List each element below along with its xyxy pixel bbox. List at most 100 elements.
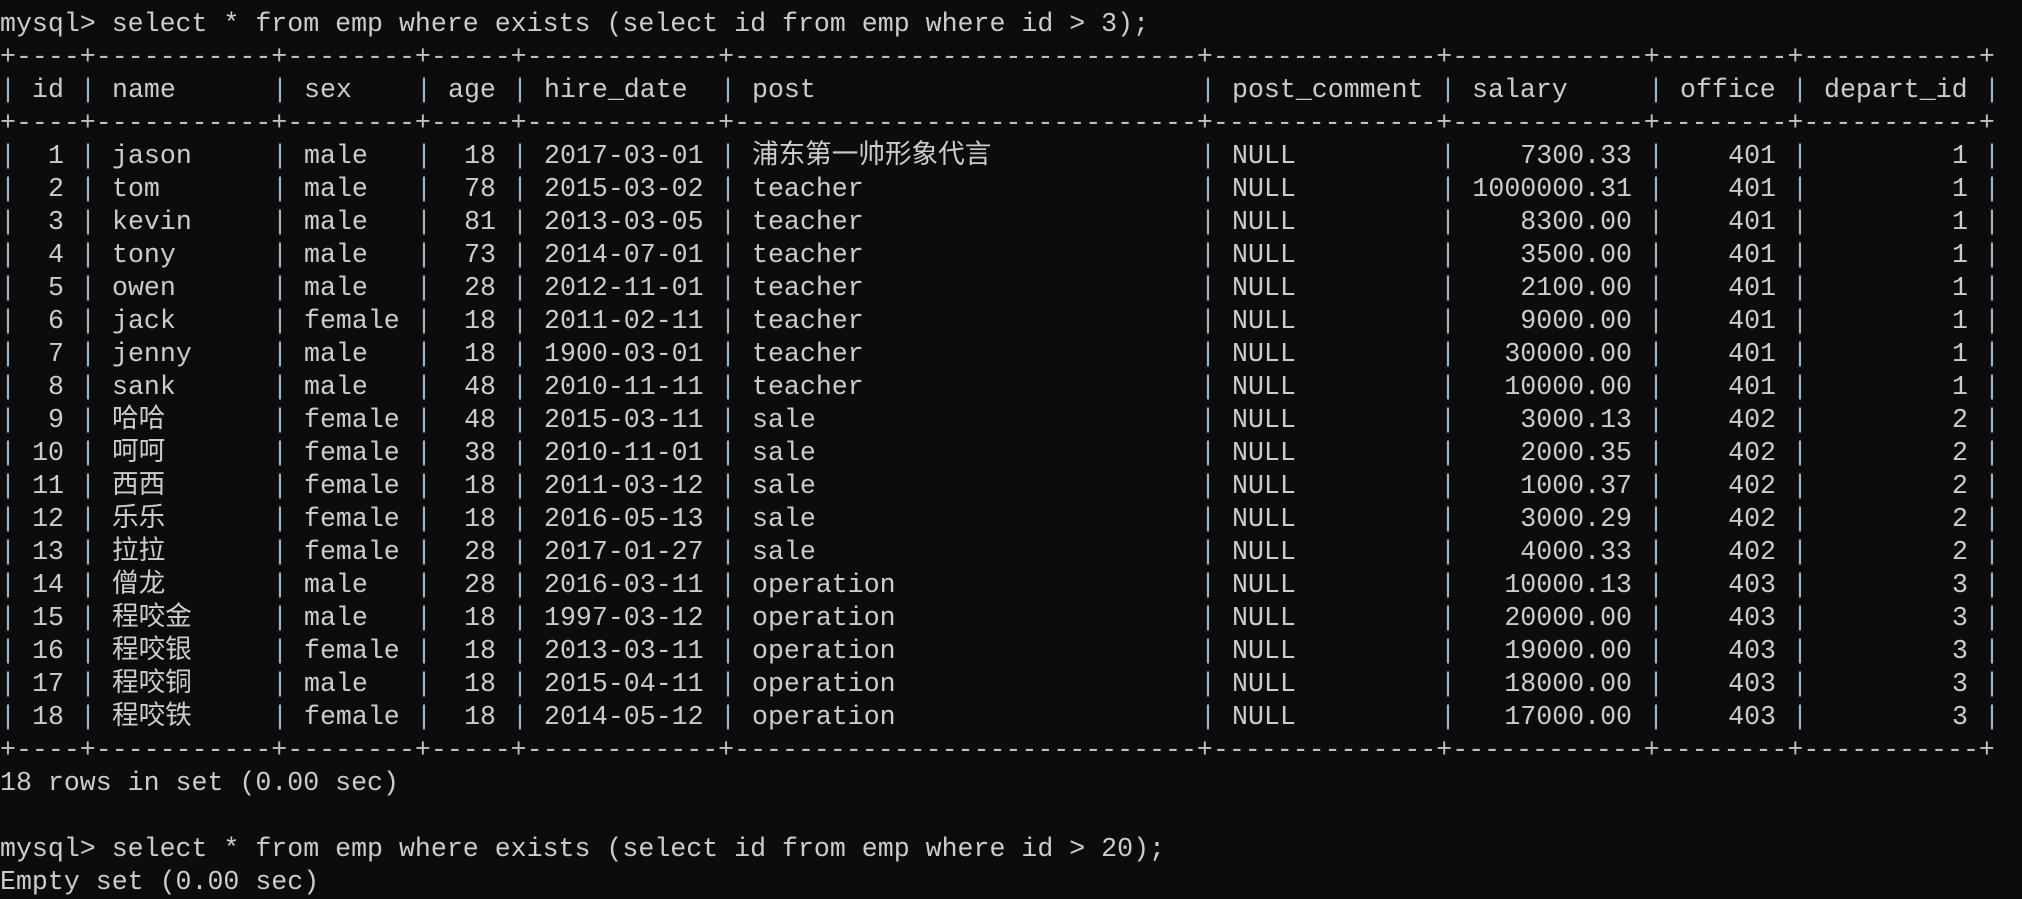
cell-name: 乐乐 xyxy=(112,504,166,534)
terminal-window[interactable]: mysql> select * from emp where exists (s… xyxy=(0,8,2000,899)
cell-salary: 4000.33 xyxy=(1520,537,1632,567)
column-separator: | xyxy=(1440,438,1456,468)
cell-post: teacher xyxy=(752,174,864,204)
column-separator: | xyxy=(0,372,16,402)
cell-salary: 7300.33 xyxy=(1520,141,1632,171)
column-separator: | xyxy=(1792,537,1808,567)
table-row: | 12 | 乐乐 | female | 18 | 2016-05-13 | sale | NULL | 30… xyxy=(0,503,2000,536)
cell-id: 6 xyxy=(48,306,64,336)
column-separator: | xyxy=(416,702,432,732)
column-separator: | xyxy=(720,174,736,204)
cell-hire-date: 2011-03-12 xyxy=(544,471,704,501)
column-separator: | xyxy=(1984,537,2000,567)
table-row: | 7 | jenny | male | 18 | 1900-03-01 | teacher | NULL… xyxy=(0,338,2000,371)
cell-sex: male xyxy=(304,339,368,369)
cell-name: jack xyxy=(112,306,176,336)
table-row: | 17 | 程咬铜 | male | 18 | 2015-04-11 | operation | NUL… xyxy=(0,668,2000,701)
table-row: | 14 | 僧龙 | male | 28 | 2016-03-11 | operation | NULL… xyxy=(0,569,2000,602)
table-row: | 6 | jack | female | 18 | 2011-02-11 | teacher | NUL… xyxy=(0,305,2000,338)
column-separator: | xyxy=(272,471,288,501)
cell-name: kevin xyxy=(112,207,192,237)
column-separator: | xyxy=(1648,240,1664,270)
column-separator: | xyxy=(1200,669,1216,699)
cell-post: sale xyxy=(752,438,816,468)
column-separator: | xyxy=(0,306,16,336)
cell-id: 17 xyxy=(32,669,64,699)
column-separator: | xyxy=(0,636,16,666)
column-separator: | xyxy=(0,537,16,567)
cell-depart-id: 2 xyxy=(1952,438,1968,468)
cell-age: 81 xyxy=(464,207,496,237)
column-separator: | xyxy=(1200,174,1216,204)
table-row: | 2 | tom | male | 78 | 2015-03-02 | teacher | NULL | 1… xyxy=(0,173,2000,206)
column-separator: | xyxy=(720,141,736,171)
column-separator: | xyxy=(416,603,432,633)
column-separator: | xyxy=(512,405,528,435)
cell-id: 13 xyxy=(32,537,64,567)
column-separator: | xyxy=(1984,570,2000,600)
cell-sex: female xyxy=(304,306,400,336)
column-separator: | xyxy=(1648,207,1664,237)
table-row: | 1 | jason | male | 18 | 2017-03-01 | 浦东第一帅形象代言 | NU… xyxy=(0,140,2000,173)
column-separator: | xyxy=(416,306,432,336)
cell-name: 程咬铁 xyxy=(112,702,192,732)
column-separator: | xyxy=(720,372,736,402)
cell-salary: 18000.00 xyxy=(1504,669,1632,699)
column-separator: | xyxy=(1200,273,1216,303)
column-header-sex: sex xyxy=(304,75,352,105)
column-separator: | xyxy=(80,339,96,369)
cell-sex: male xyxy=(304,207,368,237)
column-separator: | xyxy=(272,570,288,600)
cell-name: 僧龙 xyxy=(112,570,166,600)
cell-id: 5 xyxy=(48,273,64,303)
column-separator: | xyxy=(272,174,288,204)
column-separator: | xyxy=(1648,141,1664,171)
cell-age: 18 xyxy=(464,471,496,501)
column-separator: | xyxy=(0,570,16,600)
cell-sex: female xyxy=(304,537,400,567)
column-separator: | xyxy=(720,75,736,105)
cell-sex: female xyxy=(304,636,400,666)
column-separator: | xyxy=(1648,273,1664,303)
column-separator: | xyxy=(80,504,96,534)
cell-salary: 2000.35 xyxy=(1520,438,1632,468)
column-separator: | xyxy=(512,669,528,699)
column-separator: | xyxy=(0,471,16,501)
cell-id: 18 xyxy=(32,702,64,732)
cell-sex: male xyxy=(304,141,368,171)
column-separator: | xyxy=(1792,306,1808,336)
cell-salary: 3000.13 xyxy=(1520,405,1632,435)
column-separator: | xyxy=(1984,75,2000,105)
column-separator: | xyxy=(720,471,736,501)
column-separator: | xyxy=(272,273,288,303)
column-separator: | xyxy=(416,339,432,369)
column-separator: | xyxy=(0,141,16,171)
column-separator: | xyxy=(0,702,16,732)
cell-hire-date: 2017-01-27 xyxy=(544,537,704,567)
column-separator: | xyxy=(512,603,528,633)
cell-hire-date: 2016-05-13 xyxy=(544,504,704,534)
cell-office: 403 xyxy=(1728,636,1776,666)
column-separator: | xyxy=(1792,438,1808,468)
column-separator: | xyxy=(1792,405,1808,435)
cell-post: sale xyxy=(752,471,816,501)
column-separator: | xyxy=(512,174,528,204)
result-status-1: 18 rows in set (0.00 sec) xyxy=(0,768,399,798)
cell-post-comment: NULL xyxy=(1232,306,1296,336)
cell-id: 2 xyxy=(48,174,64,204)
cell-salary: 30000.00 xyxy=(1504,339,1632,369)
column-separator: | xyxy=(1200,141,1216,171)
cell-id: 4 xyxy=(48,240,64,270)
table-border: +----+-----------+--------+-----+-------… xyxy=(0,42,1995,72)
column-separator: | xyxy=(272,504,288,534)
column-separator: | xyxy=(1440,306,1456,336)
column-separator: | xyxy=(720,504,736,534)
cell-age: 18 xyxy=(464,504,496,534)
cell-name: 哈哈 xyxy=(112,405,166,435)
column-separator: | xyxy=(1792,504,1808,534)
cell-post: operation xyxy=(752,636,896,666)
cell-id: 15 xyxy=(32,603,64,633)
cell-id: 8 xyxy=(48,372,64,402)
column-header-post: post xyxy=(752,75,816,105)
